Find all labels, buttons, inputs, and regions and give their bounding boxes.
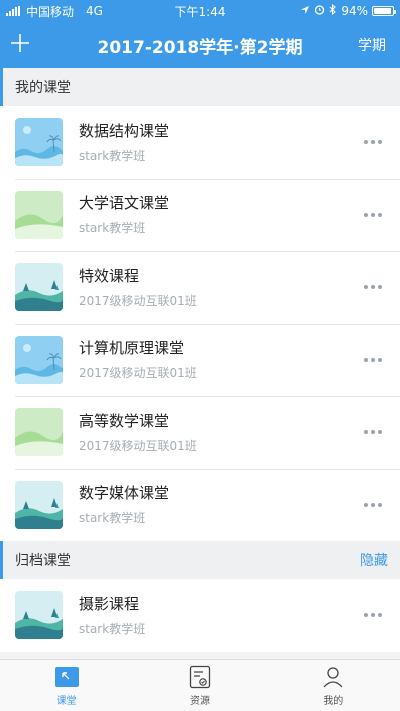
course-thumbnail: [15, 480, 63, 529]
course-thumbnail: [15, 190, 63, 239]
course-row[interactable]: 数字媒体课堂 stark教学班: [0, 468, 400, 541]
course-class: 2017级移动互联01班: [79, 293, 197, 308]
course-class: 2017级移动互联01班: [79, 366, 197, 381]
course-info: 数字媒体课堂 stark教学班: [79, 483, 358, 526]
signal-icon: [6, 6, 20, 16]
course-thumbnail: [15, 118, 63, 167]
more-options-icon[interactable]: [358, 203, 388, 227]
battery-icon: [372, 6, 396, 16]
course-name: 数字媒体课堂: [79, 484, 170, 503]
course-row[interactable]: 大学语文课堂 stark教学班: [0, 178, 400, 251]
resource-icon: [187, 665, 213, 689]
course-row[interactable]: 特效课程 2017级移动互联01班: [0, 251, 400, 324]
status-right: 94%: [300, 3, 396, 18]
more-options-icon[interactable]: [358, 130, 388, 154]
battery-percent: 94%: [341, 4, 368, 18]
course-row[interactable]: 摄影课程 stark教学班: [0, 579, 400, 652]
section-archived: 归档课堂 隐藏: [0, 541, 400, 579]
more-options-icon[interactable]: [358, 420, 388, 444]
more-options-icon[interactable]: [358, 603, 388, 627]
course-info: 摄影课程 stark教学班: [79, 594, 358, 637]
add-button[interactable]: [0, 22, 40, 68]
course-name: 数据结构课堂: [79, 121, 170, 140]
carrier-label: 中国移动: [26, 4, 75, 19]
status-bar: 中国移动 4G 下午1:44 94%: [0, 0, 400, 22]
course-info: 数据结构课堂 stark教学班: [79, 121, 358, 164]
course-class: stark教学班: [79, 148, 146, 163]
location-icon: [300, 4, 310, 18]
section-my-classrooms: 我的课堂: [0, 68, 400, 106]
semester-button[interactable]: 学期: [358, 35, 400, 55]
profile-icon: [320, 665, 346, 689]
tab-bar: 课堂 资源 我的: [0, 659, 400, 711]
course-thumbnail: [15, 263, 63, 312]
course-row[interactable]: 计算机原理课堂 2017级移动互联01班: [0, 323, 400, 396]
course-thumbnail: [15, 335, 63, 384]
status-left: 中国移动 4G: [6, 3, 103, 20]
tab-classroom[interactable]: 课堂: [0, 660, 133, 711]
course-class: stark教学班: [79, 511, 146, 526]
section-title: 我的课堂: [15, 80, 71, 96]
tab-profile[interactable]: 我的: [267, 660, 400, 711]
course-class: stark教学班: [79, 621, 146, 636]
archive-list: 摄影课程 stark教学班: [0, 579, 400, 652]
course-name: 特效课程: [79, 266, 140, 285]
section-title: 归档课堂: [15, 553, 71, 569]
more-options-icon[interactable]: [358, 493, 388, 517]
course-info: 高等数学课堂 2017级移动互联01班: [79, 411, 358, 454]
nav-bar: 2017-2018学年·第2学期 学期: [0, 22, 400, 68]
tab-label: 课堂: [56, 695, 77, 707]
tab-label: 我的: [323, 695, 344, 707]
course-row[interactable]: 数据结构课堂 stark教学班: [0, 106, 400, 179]
course-list: 数据结构课堂 stark教学班 大学语文课堂 stark教学班 特效课程 2017级移动互…: [0, 106, 400, 541]
course-class: stark教学班: [79, 221, 146, 236]
course-row[interactable]: 高等数学课堂 2017级移动互联01班: [0, 396, 400, 469]
course-thumbnail: [15, 408, 63, 457]
course-name: 摄影课程: [79, 594, 140, 613]
course-thumbnail: [15, 591, 63, 640]
hide-archive-button[interactable]: 隐藏: [360, 550, 388, 570]
course-info: 特效课程 2017级移动互联01班: [79, 266, 358, 309]
course-name: 大学语文课堂: [79, 194, 170, 213]
bluetooth-icon: [329, 3, 337, 18]
network-label: 4G: [86, 4, 103, 18]
more-options-icon[interactable]: [358, 348, 388, 372]
tab-label: 资源: [189, 695, 210, 707]
plus-icon: [10, 33, 30, 57]
course-name: 计算机原理课堂: [79, 339, 185, 358]
classroom-icon: [54, 665, 80, 689]
more-options-icon[interactable]: [358, 275, 388, 299]
tab-resource[interactable]: 资源: [133, 660, 266, 711]
course-class: 2017级移动互联01班: [79, 438, 197, 453]
course-name: 高等数学课堂: [79, 411, 170, 430]
alarm-icon: [314, 4, 325, 18]
course-info: 大学语文课堂 stark教学班: [79, 193, 358, 236]
course-info: 计算机原理课堂 2017级移动互联01班: [79, 338, 358, 381]
page-title: 2017-2018学年·第2学期: [97, 37, 303, 58]
